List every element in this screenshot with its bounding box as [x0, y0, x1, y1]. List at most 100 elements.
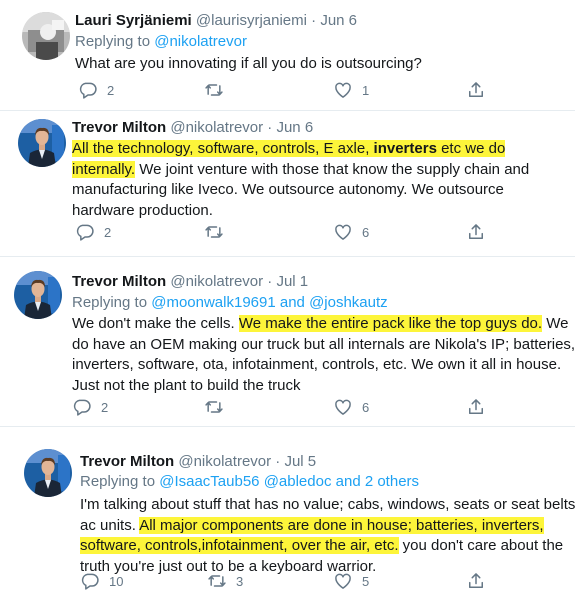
- avatar[interactable]: [24, 449, 72, 497]
- tweet-date[interactable]: Jun 6: [320, 12, 357, 29]
- text-segment: ac units.: [80, 516, 140, 534]
- replies-count: 2: [107, 82, 115, 98]
- mention-link[interactable]: @nikolatrevor: [154, 33, 247, 50]
- replying-to: Replying to @moonwalk19691 and @joshkaut…: [72, 293, 388, 313]
- tweet: Trevor Milton @nikolatrevor · Jul 5 Reply…: [0, 426, 575, 603]
- mention-link[interactable]: and: [280, 294, 305, 311]
- like-button[interactable]: 6: [333, 221, 369, 243]
- text-segment: We joint venture with those that know th…: [135, 160, 530, 178]
- text-line: inverters, software, ota, infotainment, …: [72, 355, 575, 376]
- tweet-header: Lauri Syrjäniemi @laurisyrjaniemi · Jun …: [75, 11, 357, 31]
- share-icon: [466, 571, 486, 591]
- likes-count: 6: [362, 224, 370, 240]
- retweet-button[interactable]: [204, 221, 224, 243]
- like-icon: [333, 571, 353, 591]
- tweet: Lauri Syrjäniemi @laurisyrjaniemi · Jun …: [0, 0, 575, 110]
- reply-icon: [78, 80, 98, 100]
- author-handle[interactable]: @nikolatrevor: [170, 119, 263, 136]
- separator-dot: ·: [267, 273, 273, 290]
- replying-to: Replying to @nikolatrevor: [75, 32, 247, 52]
- reply-button[interactable]: 2: [78, 79, 114, 101]
- replies-count: 2: [101, 399, 109, 415]
- highlighted-text: All major components are done in house; …: [139, 516, 544, 534]
- author-name[interactable]: Trevor Milton: [72, 119, 166, 136]
- text-line: hardware production.: [72, 201, 529, 222]
- separator-dot: ·: [311, 12, 317, 29]
- likes-count: 5: [362, 573, 370, 589]
- tweet-date[interactable]: Jul 5: [284, 453, 316, 470]
- reply-button[interactable]: 2: [72, 396, 108, 418]
- tweet-date[interactable]: Jun 6: [276, 119, 313, 136]
- retweet-icon: [204, 222, 224, 242]
- tweet-separator: [0, 110, 575, 111]
- highlighted-text: etc we do: [436, 140, 506, 157]
- author-name[interactable]: Trevor Milton: [72, 273, 166, 290]
- like-button[interactable]: 1: [333, 79, 369, 101]
- replies-count: 10: [109, 573, 124, 589]
- share-button[interactable]: [466, 570, 486, 592]
- avatar[interactable]: [18, 119, 66, 167]
- text-segment: We don't make the cells.: [72, 315, 239, 332]
- highlighted-text: software, controls,infotainment, over th…: [80, 537, 399, 554]
- mention-link[interactable]: and 2 others: [336, 473, 419, 490]
- like-icon: [333, 222, 353, 242]
- likes-count: 1: [362, 82, 370, 98]
- text-segment: Just not the plant to build the truck: [72, 376, 301, 394]
- mention-link[interactable]: @IsaacTaub56: [159, 473, 259, 490]
- like-button[interactable]: 6: [333, 396, 369, 418]
- highlighted-text: All the technology, software, controls, …: [72, 140, 374, 157]
- mention-link[interactable]: @moonwalk19691: [151, 294, 275, 311]
- tweet-text: We don't make the cells. We make the ent…: [72, 314, 575, 396]
- avatar[interactable]: [14, 271, 62, 319]
- likes-count: 6: [362, 399, 370, 415]
- tweet-date[interactable]: Jul 1: [276, 273, 308, 290]
- text-line: All the technology, software, controls, …: [72, 139, 529, 160]
- text-line: We don't make the cells. We make the ent…: [72, 314, 575, 335]
- tweet-text: What are you innovating if all you do is…: [75, 54, 422, 75]
- reply-icon: [72, 397, 92, 417]
- author-name[interactable]: Lauri Syrjäniemi: [75, 12, 192, 29]
- author-handle[interactable]: @nikolatrevor: [170, 273, 263, 290]
- replying-to-label: Replying to: [72, 294, 148, 311]
- retweet-button[interactable]: [204, 396, 224, 418]
- reply-button[interactable]: 10: [80, 570, 123, 592]
- author-name[interactable]: Trevor Milton: [80, 453, 174, 470]
- like-icon: [333, 397, 353, 417]
- tweet-text: I'm talking about stuff that has no valu…: [80, 495, 575, 577]
- mention-link[interactable]: @joshkautz: [309, 294, 388, 311]
- text-line: manufacturing like Iveco. We outsource a…: [72, 180, 529, 201]
- text-segment: inverters, software, ota, infotainment, …: [72, 356, 562, 373]
- tweet: Trevor Milton @nikolatrevor · Jun 6 All t…: [0, 110, 575, 256]
- author-handle[interactable]: @laurisyrjaniemi: [196, 12, 307, 29]
- retweet-icon: [204, 397, 224, 417]
- retweet-button[interactable]: 3: [207, 570, 243, 592]
- retweet-icon: [207, 571, 227, 591]
- text-segment: hardware production.: [72, 201, 213, 219]
- tweet-separator: [0, 256, 575, 257]
- tweet-text: All the technology, software, controls, …: [72, 139, 529, 221]
- tweet-separator: [0, 426, 575, 427]
- reply-icon: [75, 222, 95, 242]
- retweet-icon: [204, 80, 224, 100]
- share-button[interactable]: [466, 396, 486, 418]
- share-icon: [466, 80, 486, 100]
- mention-link[interactable]: @abledoc: [264, 473, 332, 490]
- share-button[interactable]: [466, 79, 486, 101]
- share-icon: [466, 222, 486, 242]
- author-handle[interactable]: @nikolatrevor: [178, 453, 271, 470]
- highlighted-text: inverters: [373, 140, 437, 157]
- share-button[interactable]: [466, 221, 486, 243]
- retweets-count: 3: [236, 573, 244, 589]
- avatar[interactable]: [22, 12, 70, 60]
- replying-to-label: Replying to: [75, 33, 151, 50]
- text-segment: We: [542, 315, 569, 332]
- like-icon: [333, 80, 353, 100]
- like-button[interactable]: 5: [333, 570, 369, 592]
- reply-button[interactable]: 2: [75, 221, 111, 243]
- highlighted-text: We make the entire pack like the top guy…: [238, 315, 543, 332]
- retweet-button[interactable]: [204, 79, 224, 101]
- replying-to: Replying to @IsaacTaub56 @abledoc and 2 …: [80, 472, 419, 492]
- text-segment: manufacturing like Iveco. We outsource a…: [72, 181, 504, 198]
- tweet-header: Trevor Milton @nikolatrevor · Jul 5: [80, 452, 316, 472]
- text-segment: I'm talking about stuff that has no valu…: [80, 496, 575, 513]
